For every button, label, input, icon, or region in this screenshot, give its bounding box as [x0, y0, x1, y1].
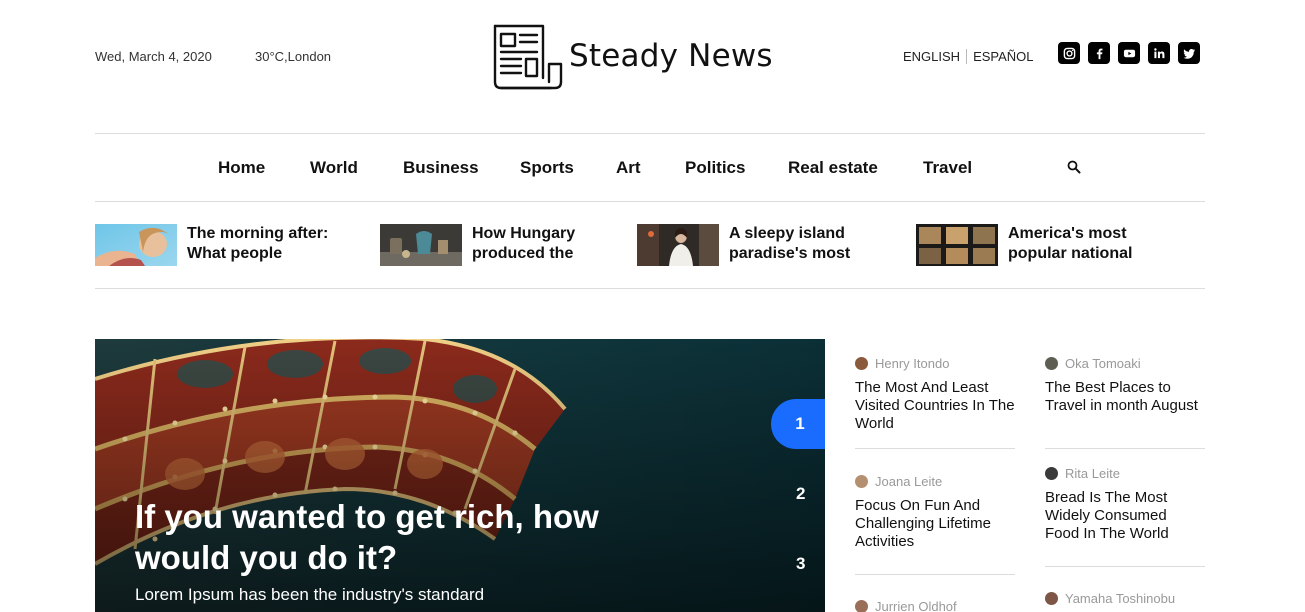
twitter-icon[interactable]: [1178, 42, 1200, 64]
nav-real-estate[interactable]: Real estate: [788, 158, 878, 178]
side-post[interactable]: Joana Leite Focus On Fun And Challenging…: [855, 473, 1015, 551]
post-author: Henry Itondo: [855, 355, 1015, 371]
hero-subtitle: Lorem Ipsum has been the industry's stan…: [135, 585, 485, 604]
nav-politics[interactable]: Politics: [685, 158, 745, 178]
side-post[interactable]: Rita Leite Bread Is The Most Widely Cons…: [1045, 465, 1205, 543]
slide-indicator[interactable]: 2: [796, 484, 805, 504]
search-icon[interactable]: [1067, 160, 1081, 174]
lang-divider: [966, 49, 968, 64]
post-title[interactable]: The Most And Least Visited Countries In …: [855, 379, 1015, 433]
trending-item[interactable]: A sleepy island paradise's most: [637, 224, 899, 266]
avatar: [1045, 591, 1058, 605]
hero-title[interactable]: If you wanted to get rich, how would you…: [135, 496, 695, 578]
avatar: [1045, 356, 1058, 370]
instagram-icon[interactable]: [1058, 42, 1080, 64]
post-author-name: Oka Tomoaki: [1065, 355, 1141, 371]
post-author-name: Rita Leite: [1065, 465, 1120, 481]
post-author: Yamaha Toshinobu: [1045, 590, 1205, 606]
nav-bottom-divider: [95, 201, 1205, 202]
post-author-name: Jurrien Oldhof: [875, 598, 957, 612]
nav-business[interactable]: Business: [403, 158, 479, 178]
nav-art[interactable]: Art: [616, 158, 641, 178]
slide-indicator-active[interactable]: 1: [771, 399, 825, 449]
trending-item[interactable]: America's most popular national: [916, 224, 1178, 266]
lang-english[interactable]: ENGLISH: [903, 49, 960, 64]
post-divider: [855, 574, 1015, 575]
lang-espanol[interactable]: ESPAÑOL: [973, 49, 1033, 64]
top-bar: Wed, March 4, 2020 30°C,London Steady Ne…: [95, 0, 1205, 112]
trending-divider: [95, 288, 1205, 289]
social-links: [1058, 42, 1200, 64]
post-title[interactable]: Bread Is The Most Widely Consumed Food I…: [1045, 489, 1205, 543]
nav-home[interactable]: Home: [218, 158, 265, 178]
post-author-name: Henry Itondo: [875, 355, 950, 371]
trending-item[interactable]: How Hungary produced the: [380, 224, 642, 266]
side-post[interactable]: Yamaha Toshinobu: [1045, 590, 1205, 606]
trending-title: A sleepy island paradise's most: [729, 225, 851, 262]
post-divider: [1045, 448, 1205, 449]
nav-world[interactable]: World: [310, 158, 358, 178]
trending-title: The morning after: What people: [187, 225, 329, 262]
avatar: [855, 599, 868, 612]
post-author-name: Yamaha Toshinobu: [1065, 590, 1176, 606]
newspaper-icon: [493, 24, 563, 90]
avatar: [1045, 466, 1058, 480]
nav-travel[interactable]: Travel: [923, 158, 972, 178]
avatar: [855, 356, 868, 370]
post-author: Rita Leite: [1045, 465, 1205, 481]
slide-indicator[interactable]: 3: [796, 554, 805, 574]
side-post[interactable]: Oka Tomoaki The Best Places to Travel in…: [1045, 355, 1205, 415]
post-author: Oka Tomoaki: [1045, 355, 1205, 371]
avatar: [855, 474, 868, 488]
language-switcher: ENGLISH ESPAÑOL: [903, 49, 1034, 64]
post-title[interactable]: The Best Places to Travel in month Augus…: [1045, 379, 1205, 415]
post-title[interactable]: Focus On Fun And Challenging Lifetime Ac…: [855, 497, 1015, 551]
site-logo[interactable]: Steady News: [491, 22, 773, 90]
post-divider: [855, 448, 1015, 449]
side-post[interactable]: Jurrien Oldhof: [855, 598, 1015, 612]
post-author: Jurrien Oldhof: [855, 598, 1015, 612]
youtube-icon[interactable]: [1118, 42, 1140, 64]
trending-thumbnail: [916, 224, 998, 266]
trending-thumbnail: [95, 224, 177, 266]
weather-readout: 30°C,London: [255, 49, 332, 64]
post-divider: [1045, 566, 1205, 567]
trending-thumbnail: [380, 224, 462, 266]
main-nav: Home World Business Sports Art Politics …: [95, 134, 1205, 200]
post-author-name: Joana Leite: [875, 473, 943, 489]
facebook-icon[interactable]: [1088, 42, 1110, 64]
trending-title: How Hungary produced the: [472, 225, 576, 262]
current-date: Wed, March 4, 2020: [95, 49, 212, 64]
linkedin-icon[interactable]: [1148, 42, 1170, 64]
post-author: Joana Leite: [855, 473, 1015, 489]
trending-title: America's most popular national: [1008, 225, 1133, 262]
hero-slider[interactable]: If you wanted to get rich, how would you…: [95, 339, 825, 612]
nav-sports[interactable]: Sports: [520, 158, 574, 178]
trending-item[interactable]: The morning after: What people: [95, 224, 357, 266]
trending-thumbnail: [637, 224, 719, 266]
logo-text: Steady News: [569, 38, 773, 74]
side-post[interactable]: Henry Itondo The Most And Least Visited …: [855, 355, 1015, 433]
